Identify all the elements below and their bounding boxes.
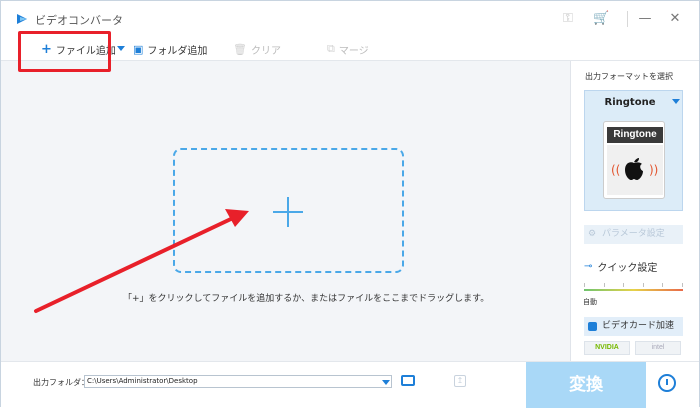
output-folder-select[interactable]: C:\Users\Administrator\Desktop (84, 375, 392, 388)
format-dropdown-icon[interactable] (672, 99, 680, 104)
gpu-acceleration-button[interactable]: ビデオカード加速 (584, 317, 683, 336)
quality-slider-ticks (584, 283, 683, 287)
parameter-settings-label: パラメータ設定 (602, 229, 665, 239)
ringtone-image-body: (( )) (607, 145, 663, 195)
open-folder-icon[interactable] (401, 375, 415, 386)
ringtone-format-icon: Ringtone (( )) (603, 121, 665, 199)
format-selector[interactable]: Ringtone Ringtone (( )) (584, 90, 683, 211)
convert-button[interactable]: 変換 (526, 362, 646, 408)
app-window: ビデオコンバータ ⚿ 🛒 — ✕ + ファイル追加 ▣ フォルダ追加 🗑 クリア… (0, 0, 700, 408)
apple-logo-icon (625, 158, 643, 180)
gpu-chip-icon (588, 322, 597, 331)
parameter-settings-button[interactable]: ⚙ パラメータ設定 (584, 225, 683, 244)
quick-settings-icon: ⊸ (584, 261, 593, 272)
gpu-acceleration-label: ビデオカード加速 (602, 321, 675, 331)
alarm-clock-icon[interactable] (658, 374, 676, 392)
nvidia-badge: NVIDIA (584, 341, 630, 355)
quick-settings-label: クイック設定 (597, 263, 658, 274)
bottom-bar: 出力フォルダ： C:\Users\Administrator\Desktop ↥… (1, 361, 699, 408)
settings-sliders-icon: ⚙ (588, 229, 597, 239)
sound-wave-right-icon: )) (649, 163, 659, 177)
output-settings-panel: 出力フォーマットを選択 Ringtone Ringtone (( )) ⚙ パラ… (570, 61, 699, 361)
ringtone-image-label: Ringtone (607, 127, 663, 143)
format-name: Ringtone (604, 97, 656, 108)
intel-badge: intel (635, 341, 681, 355)
quality-slider[interactable] (584, 289, 683, 291)
output-folder-label: 出力フォルダ： (33, 378, 89, 387)
quick-settings: ⊸ クイック設定 (584, 259, 657, 274)
sound-wave-left-icon: (( (611, 163, 621, 177)
output-format-title: 出力フォーマットを選択 (585, 72, 673, 81)
quality-level-label: 自動 (583, 298, 597, 306)
output-folder-dropdown-icon[interactable] (382, 380, 390, 385)
export-icon[interactable]: ↥ (454, 375, 466, 387)
